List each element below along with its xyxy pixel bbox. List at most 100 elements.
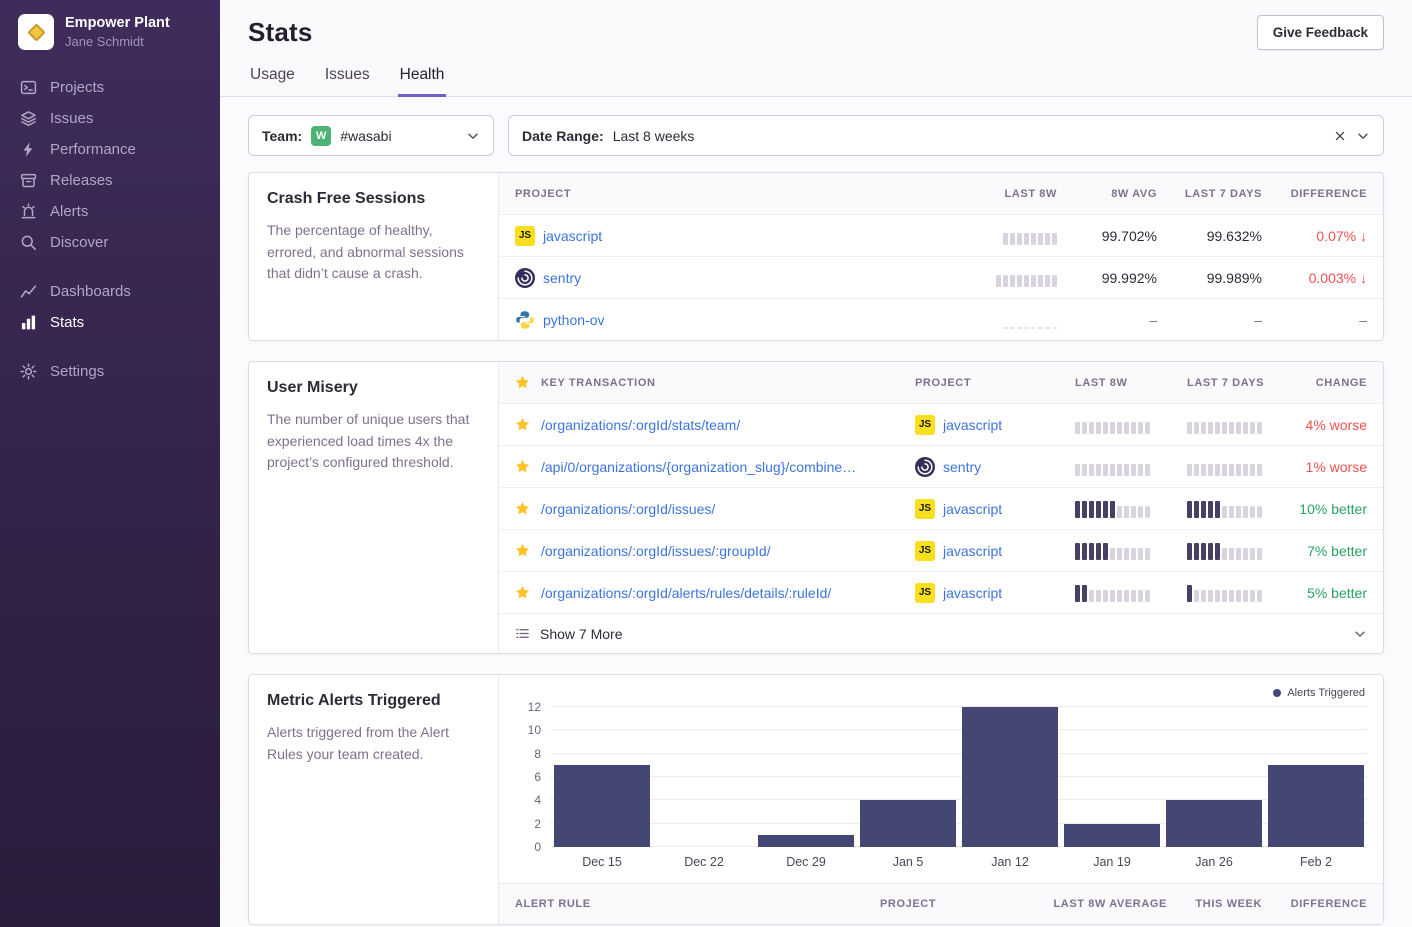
col-difference: DIFFERENCE <box>1262 188 1367 200</box>
project-link[interactable]: sentry <box>943 459 981 475</box>
alerts-icon <box>18 203 38 220</box>
sparkline-bar <box>1250 548 1255 560</box>
chart-y-tick: 0 <box>534 840 541 854</box>
chart-x-tick: Jan 12 <box>959 855 1061 869</box>
sparkline-bar <box>1194 543 1199 560</box>
sparkline-bar <box>1257 422 1262 434</box>
sparkline-bar <box>1003 233 1008 245</box>
sparkline-bar <box>1110 501 1115 518</box>
sparkline-bar <box>1117 548 1122 560</box>
sidebar-item-discover[interactable]: Discover <box>18 227 202 258</box>
chart-bar[interactable] <box>758 835 855 847</box>
org-switcher[interactable]: Empower Plant Jane Schmidt <box>18 14 202 50</box>
sparkline-bar <box>1138 506 1143 518</box>
tab-issues[interactable]: Issues <box>323 66 372 97</box>
key-transaction-star-icon[interactable] <box>515 543 531 558</box>
sparkline-bar <box>1201 464 1206 476</box>
col-alert-rule: ALERT RULE <box>515 898 880 910</box>
sparkline-bar <box>1110 464 1115 476</box>
table-row: /organizations/:orgId/issues/:groupId/ J… <box>499 529 1383 571</box>
team-selector[interactable]: Team: W #wasabi <box>248 115 494 156</box>
list-icon <box>515 626 530 641</box>
sidebar-item-projects[interactable]: Projects <box>18 72 202 103</box>
project-link[interactable]: sentry <box>543 270 581 286</box>
sparkline-bar <box>1236 422 1241 434</box>
sparkline-bar <box>1201 422 1206 434</box>
sparkline-bar <box>1103 543 1108 560</box>
sparkline <box>1075 500 1187 518</box>
arrow-down-icon: ↓ <box>1360 228 1367 244</box>
chevron-down-icon[interactable] <box>1356 129 1370 143</box>
transaction-link[interactable]: /organizations/:orgId/issues/:groupId/ <box>541 543 771 559</box>
project-link[interactable]: javascript <box>543 228 602 244</box>
sparkline-bar <box>1222 464 1227 476</box>
table-row: /api/0/organizations/{organization_slug}… <box>499 445 1383 487</box>
sidebar-item-alerts[interactable]: Alerts <box>18 196 202 227</box>
sparkline-bar <box>1096 464 1101 476</box>
chart-bar[interactable] <box>860 800 957 847</box>
sparkline-bar <box>1010 327 1015 329</box>
sparkline <box>1187 416 1295 434</box>
sparkline-bar <box>1243 464 1248 476</box>
project-link[interactable]: javascript <box>943 501 1002 517</box>
date-range-selector[interactable]: Date Range: Last 8 weeks <box>508 115 1384 156</box>
sparkline-bar <box>1236 506 1241 518</box>
sidebar-item-stats[interactable]: Stats <box>18 307 202 338</box>
key-transaction-star-icon[interactable] <box>515 501 531 516</box>
chart-bar[interactable] <box>1166 800 1263 847</box>
sidebar-item-dashboards[interactable]: Dashboards <box>18 276 202 307</box>
key-transaction-star-icon[interactable] <box>515 585 531 600</box>
sparkline-bar <box>1215 501 1220 518</box>
tab-health[interactable]: Health <box>398 66 447 97</box>
sidebar-item-issues[interactable]: Issues <box>18 103 202 134</box>
sparkline-bar <box>1045 327 1050 329</box>
transaction-link[interactable]: /organizations/:orgId/alerts/rules/detai… <box>541 585 831 601</box>
key-transaction-star-icon[interactable] <box>515 417 531 432</box>
tab-usage[interactable]: Usage <box>248 66 297 97</box>
key-transaction-star-icon[interactable] <box>515 459 531 474</box>
project-link[interactable]: javascript <box>943 417 1002 433</box>
sidebar-item-label: Discover <box>50 234 108 251</box>
chart-x-tick: Dec 22 <box>653 855 755 869</box>
project-link[interactable]: javascript <box>943 543 1002 559</box>
sparkline-bar <box>1215 543 1220 560</box>
sparkline-bar <box>1187 501 1192 518</box>
give-feedback-button[interactable]: Give Feedback <box>1257 15 1384 50</box>
transaction-link[interactable]: /api/0/organizations/{organization_slug}… <box>541 459 856 475</box>
sidebar-item-settings[interactable]: Settings <box>18 356 202 387</box>
page-header: Stats Give Feedback Usage Issues Health <box>220 0 1412 97</box>
sparkline-bar <box>1082 501 1087 518</box>
sidebar-item-releases[interactable]: Releases <box>18 165 202 196</box>
sparkline-bar <box>1075 464 1080 476</box>
table-header: PROJECT LAST 8W 8W AVG LAST 7 DAYS DIFFE… <box>499 173 1383 214</box>
sparkline-bar <box>1194 422 1199 434</box>
stats-tabs: Usage Issues Health <box>248 66 1384 96</box>
project-link[interactable]: python-ov <box>543 312 604 328</box>
sparkline-bar <box>1082 464 1087 476</box>
transaction-link[interactable]: /organizations/:orgId/stats/team/ <box>541 417 740 433</box>
chart-y-tick: 6 <box>534 770 541 784</box>
secondary-nav: Dashboards Stats <box>18 276 202 338</box>
col-project: PROJECT <box>515 188 937 200</box>
sparkline-bar <box>1222 590 1227 602</box>
chart-y-tick: 10 <box>528 723 541 737</box>
sidebar-item-label: Stats <box>50 314 84 331</box>
chart-bar[interactable] <box>554 765 651 847</box>
chart-bar[interactable] <box>962 707 1059 847</box>
user-misery-description: User Misery The number of unique users t… <box>249 362 499 653</box>
sparkline-bar <box>1243 506 1248 518</box>
sidebar-item-performance[interactable]: Performance <box>18 134 202 165</box>
chart-bar[interactable] <box>1268 765 1365 847</box>
chevron-down-icon[interactable] <box>466 129 480 143</box>
clear-date-icon[interactable] <box>1333 129 1347 143</box>
col-change: CHANGE <box>1295 377 1367 389</box>
project-link[interactable]: javascript <box>943 585 1002 601</box>
show-more-button[interactable]: Show 7 More <box>499 613 1383 653</box>
sparkline-bar <box>1003 275 1008 287</box>
sparkline-bar <box>1187 543 1192 560</box>
sidebar-item-label: Issues <box>50 110 93 127</box>
sparkline-bar <box>1145 422 1150 434</box>
transaction-link[interactable]: /organizations/:orgId/issues/ <box>541 501 715 517</box>
chart-bar[interactable] <box>1064 824 1161 847</box>
sparkline-bar <box>1208 543 1213 560</box>
